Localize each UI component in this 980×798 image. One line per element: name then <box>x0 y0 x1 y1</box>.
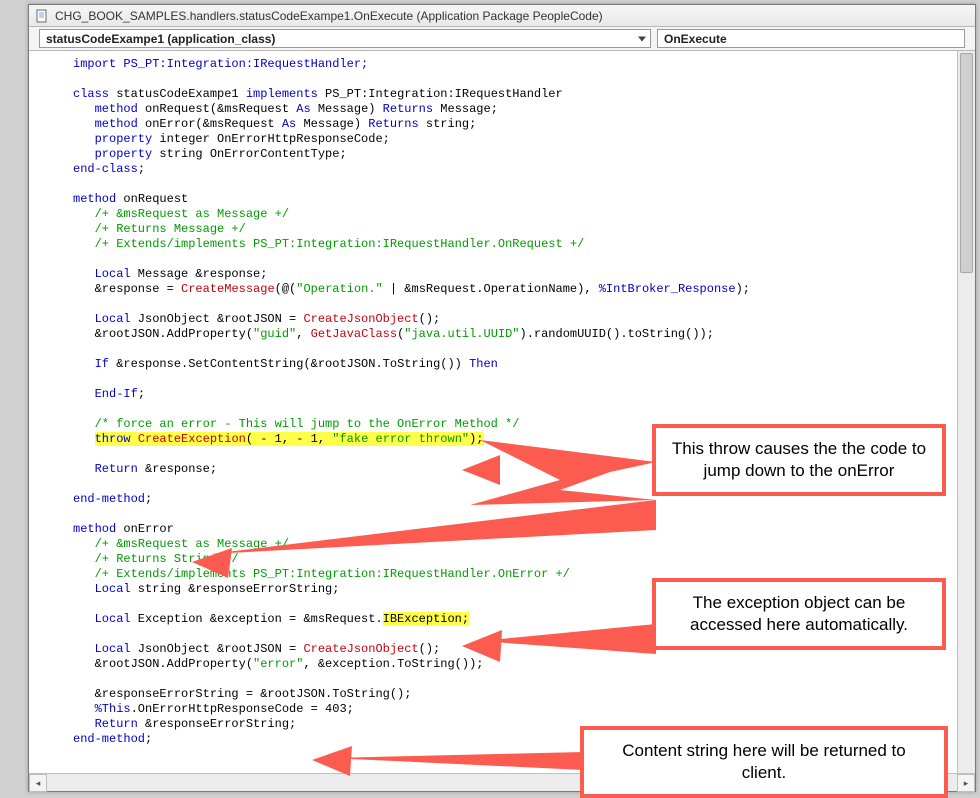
dropdown-row: statusCodeExampe1 (application_class) On… <box>29 27 975 51</box>
v-scrollbar[interactable] <box>957 51 975 773</box>
file-icon <box>35 9 49 23</box>
callout-exception: The exception object can be accessed her… <box>652 578 946 650</box>
v-scroll-thumb[interactable] <box>960 53 973 273</box>
callout-content: Content string here will be returned to … <box>580 726 948 798</box>
method-dropdown-label: OnExecute <box>664 32 727 46</box>
callout-exception-text: The exception object can be accessed her… <box>690 593 908 634</box>
callout-content-text: Content string here will be returned to … <box>622 741 906 782</box>
editor-window: CHG_BOOK_SAMPLES.handlers.statusCodeExam… <box>28 4 976 792</box>
code-area[interactable]: import PS_PT:Integration:IRequestHandler… <box>29 51 975 773</box>
method-dropdown[interactable]: OnExecute <box>657 29 965 48</box>
callout-throw: This throw causes the the code to jump d… <box>652 424 946 496</box>
class-dropdown-label: statusCodeExampe1 (application_class) <box>46 32 275 46</box>
chevron-down-icon <box>638 36 646 41</box>
callout-throw-text: This throw causes the the code to jump d… <box>672 439 926 480</box>
window-title: CHG_BOOK_SAMPLES.handlers.statusCodeExam… <box>55 9 603 23</box>
titlebar: CHG_BOOK_SAMPLES.handlers.statusCodeExam… <box>29 5 975 27</box>
scroll-right-button[interactable]: ▸ <box>957 774 975 792</box>
class-dropdown[interactable]: statusCodeExampe1 (application_class) <box>39 29 651 48</box>
scroll-left-button[interactable]: ◂ <box>29 774 47 792</box>
